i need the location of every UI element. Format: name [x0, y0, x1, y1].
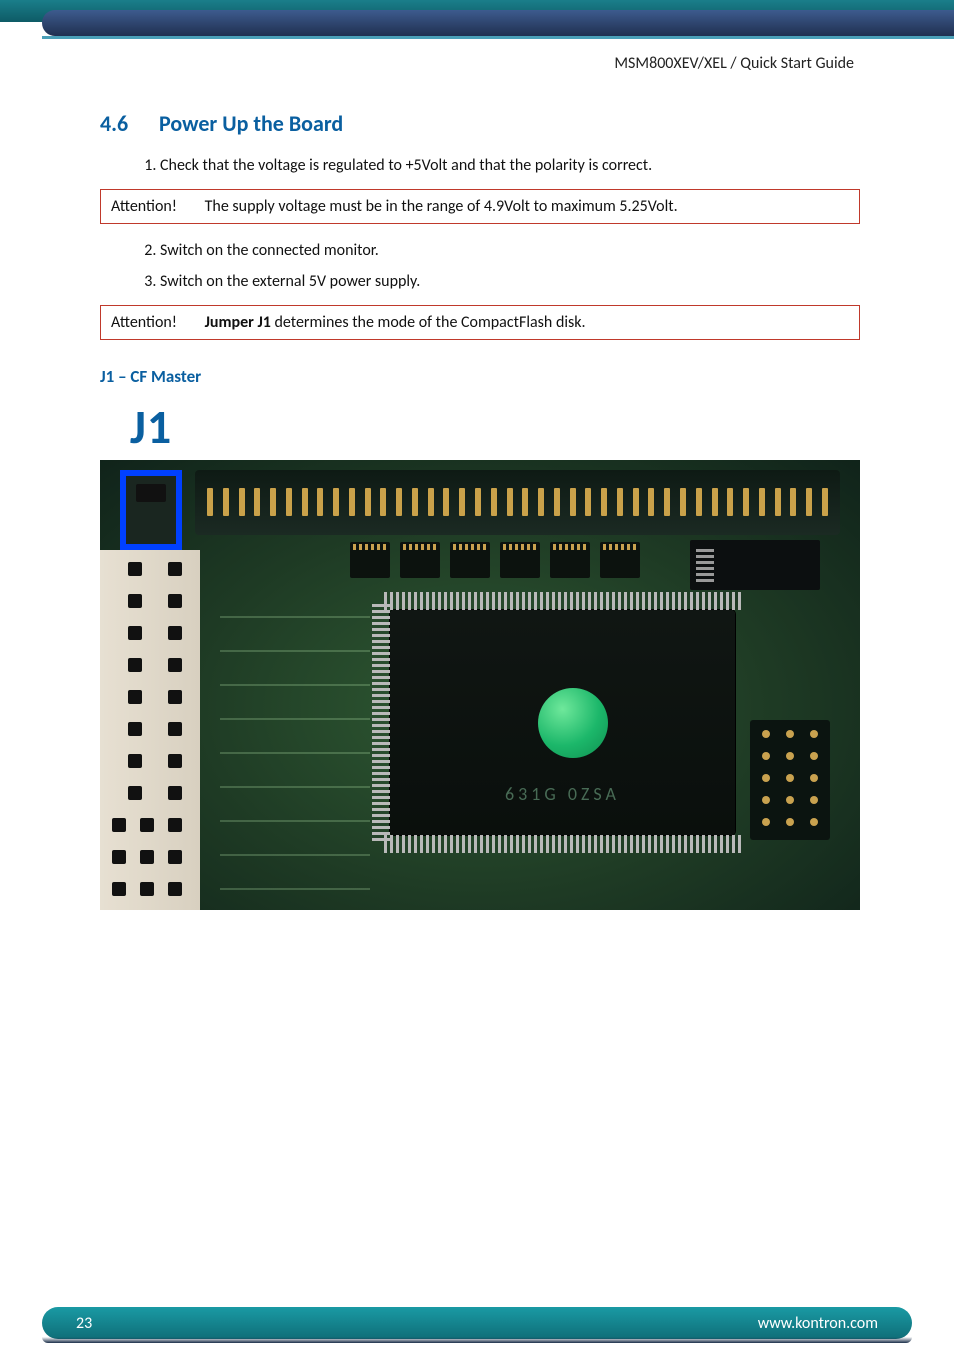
- smd-pack: [400, 542, 440, 578]
- smd-pack: [450, 542, 490, 578]
- step-3: Switch on the external 5V power supply.: [160, 271, 860, 293]
- chip-green-dot: [538, 688, 608, 758]
- board-photo: 631G 0ZSA: [100, 460, 860, 910]
- footer-url: www.kontron.com: [758, 1314, 878, 1333]
- chip-pins-bottom: [384, 835, 741, 853]
- attention-bold: Jumper J1: [205, 313, 271, 332]
- top-banner-curve: [42, 10, 954, 36]
- chip-pins-left: [372, 604, 390, 841]
- smd-resistor-packs: [350, 542, 640, 578]
- section-heading: 4.6 Power Up the Board: [100, 110, 860, 137]
- page: MSM800XEV/XEL / Quick Start Guide 4.6 Po…: [0, 0, 954, 1351]
- attention-label: Attention!: [111, 197, 201, 216]
- subsection-heading: J1 – CF Master: [100, 366, 860, 387]
- main-chip: 631G 0ZSA: [390, 610, 735, 835]
- j1-jumper-highlight: [120, 470, 182, 550]
- top-connector-strip: [195, 470, 840, 535]
- smd-pack: [550, 542, 590, 578]
- chip-marking: 631G 0ZSA: [390, 783, 735, 805]
- steps-list: Check that the voltage is regulated to +…: [100, 155, 860, 177]
- attention-box-2: Attention! Jumper J1 determines the mode…: [100, 305, 860, 340]
- page-number: 23: [76, 1314, 92, 1333]
- smd-pack: [500, 542, 540, 578]
- attention-box-1: Attention! The supply voltage must be in…: [100, 189, 860, 224]
- figure-j1: J1: [100, 397, 860, 910]
- left-pin-header: [100, 550, 200, 910]
- step-1: Check that the voltage is regulated to +…: [160, 155, 860, 177]
- document-title: MSM800XEV/XEL / Quick Start Guide: [614, 54, 854, 73]
- smd-pack: [600, 542, 640, 578]
- attention-label-2: Attention!: [111, 313, 201, 332]
- smd-pack: [350, 542, 390, 578]
- section-number: 4.6: [100, 110, 154, 137]
- chip-pins-top: [384, 592, 741, 610]
- content-area: 4.6 Power Up the Board Check that the vo…: [100, 110, 860, 910]
- section-title: Power Up the Board: [159, 110, 343, 137]
- j1-callout-label: J1: [130, 397, 860, 456]
- page-footer: 23 www.kontron.com: [42, 1307, 912, 1339]
- footer-shadow: [42, 1337, 912, 1343]
- attention-text-2: determines the mode of the CompactFlash …: [271, 313, 586, 332]
- steps-list-2: Switch on the connected monitor. Switch …: [100, 240, 860, 293]
- pcb-traces: [220, 610, 370, 890]
- small-chip: [690, 540, 820, 590]
- step-2: Switch on the connected monitor.: [160, 240, 860, 262]
- attention-text: The supply voltage must be in the range …: [205, 197, 678, 216]
- right-pin-header: [750, 720, 830, 840]
- connector-pins: [207, 488, 828, 516]
